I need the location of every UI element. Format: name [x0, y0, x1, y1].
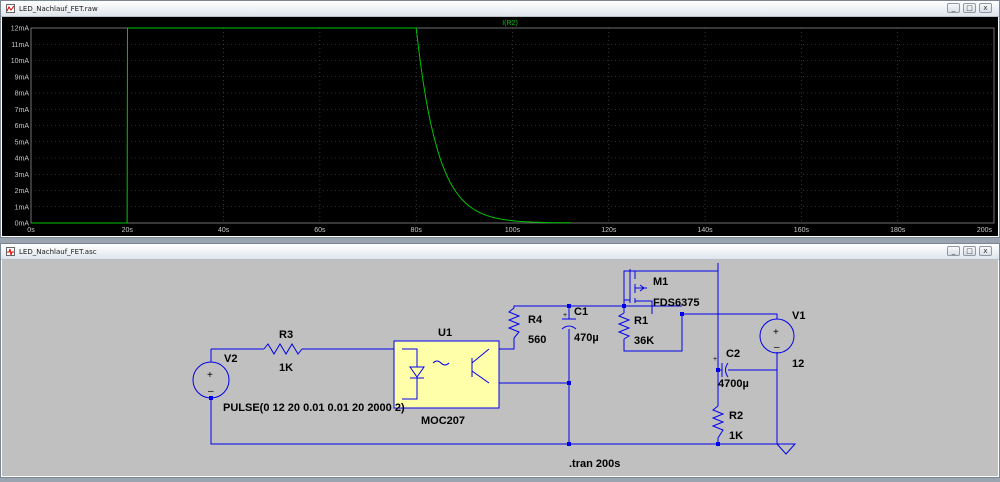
v2-name-label[interactable]: V2: [224, 353, 237, 365]
waveform-plot: 0s 20s 40s 60s 80s 100s 120s 140s 160s 180s 200s 12…: [11, 20, 995, 234]
waveform-window-title: LED_Nachlauf_FET.raw: [19, 4, 98, 13]
schematic-canvas[interactable]: + – + – + + V2 PULSE(0 12 20 0.01 0.01 2…: [2, 260, 998, 476]
r4-value-label[interactable]: 560: [528, 334, 546, 346]
schematic-drawing: + – + – + + V2 PULSE(0 12 20 0.01 0.01 2…: [192, 263, 805, 470]
u1-name-label[interactable]: U1: [438, 327, 452, 339]
y-tick-label: 3mA: [15, 172, 30, 179]
c2-name-label[interactable]: C2: [726, 348, 740, 360]
wire[interactable]: [499, 338, 515, 350]
schematic-minimize-button[interactable]: _: [947, 246, 960, 256]
schematic-window-title: LED_Nachlauf_FET.asc: [19, 247, 97, 256]
y-tick-label: 10mA: [11, 58, 30, 65]
minimize-button[interactable]: _: [947, 3, 960, 13]
x-tick-label: 140s: [698, 227, 714, 234]
maximize-button[interactable]: □: [963, 3, 976, 13]
y-tick-label: 2mA: [15, 188, 30, 195]
r2-resistor[interactable]: [711, 405, 725, 439]
x-tick-label: 20s: [122, 227, 134, 234]
m1-value-label[interactable]: FDS6375: [653, 297, 699, 309]
junction-dot: [209, 396, 213, 400]
waveform-plot-area[interactable]: 0s 20s 40s 60s 80s 100s 120s 140s 160s 180s 200s 12…: [2, 17, 998, 236]
u1-optocoupler[interactable]: [393, 340, 500, 409]
y-tick-label: 7mA: [15, 107, 30, 114]
c1-name-label[interactable]: C1: [574, 306, 588, 318]
v1-name-label[interactable]: V1: [792, 310, 805, 322]
c2-value-label[interactable]: 4700µ: [718, 378, 749, 390]
wire[interactable]: [718, 313, 778, 319]
schematic-window: LED_Nachlauf_FET.asc _ □ x + – + – + + V…: [0, 243, 1000, 478]
m1-name-label[interactable]: M1: [653, 276, 668, 288]
m1-drain-wire[interactable]: [623, 270, 718, 300]
x-tick-label: 80s: [411, 227, 423, 234]
c1-value-label[interactable]: 470µ: [574, 332, 599, 344]
x-tick-label: 200s: [977, 227, 993, 234]
schematic-maximize-button[interactable]: □: [963, 246, 976, 256]
r4-resistor[interactable]: [507, 307, 521, 339]
y-tick-label: 12mA: [11, 26, 30, 33]
x-tick-label: 120s: [601, 227, 617, 234]
ground-symbol[interactable]: [776, 443, 797, 455]
v1-plus-sign: +: [773, 327, 779, 338]
r3-name-label[interactable]: R3: [279, 329, 293, 341]
junction-dot: [622, 304, 626, 308]
c1-plate-bottom[interactable]: [561, 325, 577, 330]
waveform-window-titlebar[interactable]: LED_Nachlauf_FET.raw: [1, 1, 999, 17]
c2-plate-right[interactable]: [725, 362, 729, 378]
r3-value-label[interactable]: 1K: [279, 362, 293, 374]
spice-directive[interactable]: .tran 200s: [569, 458, 620, 470]
y-tick-label: 11mA: [11, 42, 29, 49]
r2-name-label[interactable]: R2: [729, 410, 743, 422]
x-tick-label: 160s: [794, 227, 810, 234]
y-tick-label: 0mA: [15, 221, 30, 228]
y-tick-label: 1mA: [15, 204, 30, 211]
waveform-window: LED_Nachlauf_FET.raw _ □ x 0s 20s 40s 60s 80…: [0, 0, 1000, 238]
v2-minus-sign: –: [208, 386, 214, 397]
junction-dot: [567, 442, 571, 446]
r1-name-label[interactable]: R1: [634, 315, 648, 327]
x-tick-label: 180s: [890, 227, 906, 234]
c1-plus-sign: +: [563, 312, 567, 319]
schematic-window-titlebar[interactable]: LED_Nachlauf_FET.asc: [1, 244, 999, 260]
c2-plus-sign: +: [713, 356, 717, 363]
v1-minus-sign: –: [774, 342, 780, 353]
x-tick-label: 60s: [314, 227, 326, 234]
close-button[interactable]: x: [979, 3, 992, 13]
junction-dot: [716, 442, 720, 446]
r3-resistor[interactable]: [263, 343, 303, 355]
x-tick-label: 100s: [505, 227, 521, 234]
r1-resistor[interactable]: [617, 312, 631, 340]
y-tick-label: 9mA: [15, 74, 30, 81]
v2-plus-sign: +: [207, 370, 213, 381]
y-tick-label: 5mA: [15, 139, 30, 146]
junction-dot: [680, 312, 684, 316]
r1-value-label[interactable]: 36K: [634, 335, 654, 347]
u1-value-label[interactable]: MOC207: [421, 415, 465, 427]
r2-value-label[interactable]: 1K: [729, 430, 743, 442]
x-tick-label: 0s: [27, 227, 35, 234]
y-tick-label: 4mA: [15, 156, 30, 163]
v1-value-label[interactable]: 12: [792, 358, 804, 370]
y-tick-label: 8mA: [15, 91, 30, 98]
m1-source: [635, 300, 653, 314]
v2-value-label[interactable]: PULSE(0 12 20 0.01 0.01 20 2000 2): [223, 402, 405, 414]
junction-dot: [716, 368, 720, 372]
ltspice-waveform-icon: [6, 4, 15, 13]
y-tick-label: 6mA: [15, 123, 30, 130]
trace-label[interactable]: I(R2): [502, 20, 518, 27]
junction-dot: [567, 304, 571, 308]
x-tick-label: 40s: [218, 227, 230, 234]
schematic-close-button[interactable]: x: [979, 246, 992, 256]
ltspice-schematic-icon: [6, 247, 15, 256]
r4-name-label[interactable]: R4: [528, 314, 543, 326]
junction-dot: [567, 381, 571, 385]
